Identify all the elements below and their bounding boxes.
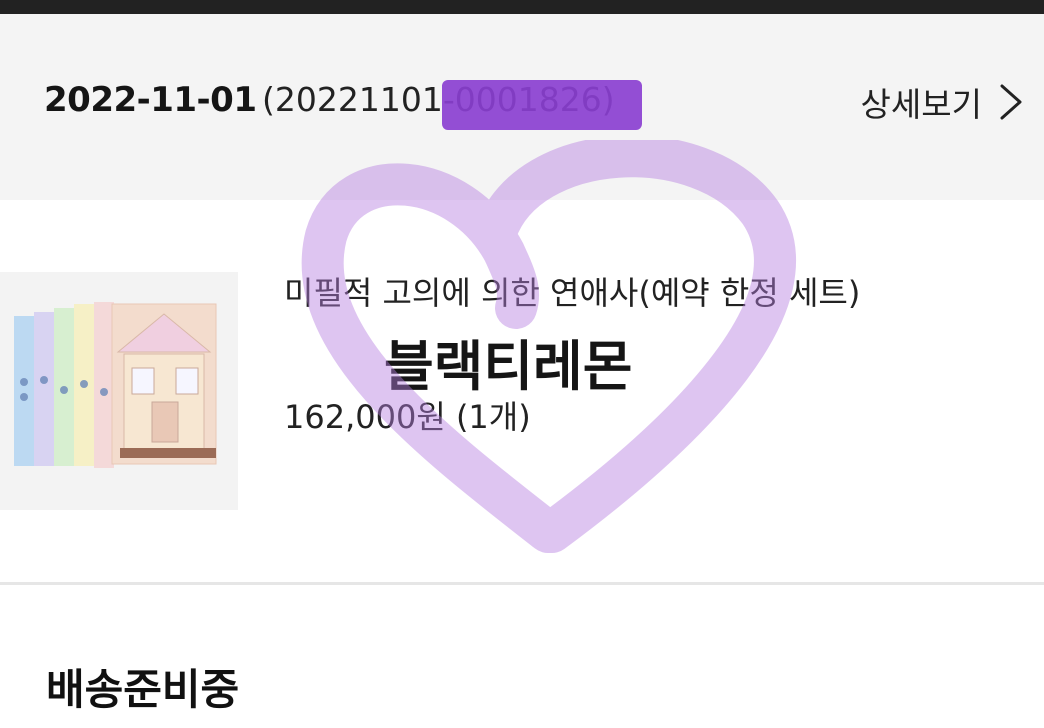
delivery-status: 배송준비중 bbox=[46, 665, 240, 714]
product-thumbnail[interactable] bbox=[0, 272, 238, 510]
top-border bbox=[0, 0, 1044, 14]
product-name[interactable]: 미필적 고의에 의한 연애사(예약 한정 세트) bbox=[284, 268, 974, 318]
product-variant-note: 블랙티레몬 bbox=[384, 335, 633, 398]
redaction-mark bbox=[442, 80, 642, 130]
detail-link-label: 상세보기 bbox=[860, 85, 982, 124]
chevron-right-icon bbox=[1000, 84, 1022, 120]
order-detail-link[interactable]: 상세보기 bbox=[861, 78, 1028, 126]
section-divider bbox=[0, 582, 1044, 585]
order-date: 2022-11-01 bbox=[44, 80, 257, 120]
product-price-quantity: 162,000원 (1개) bbox=[284, 398, 531, 436]
book-set-image bbox=[0, 272, 238, 510]
